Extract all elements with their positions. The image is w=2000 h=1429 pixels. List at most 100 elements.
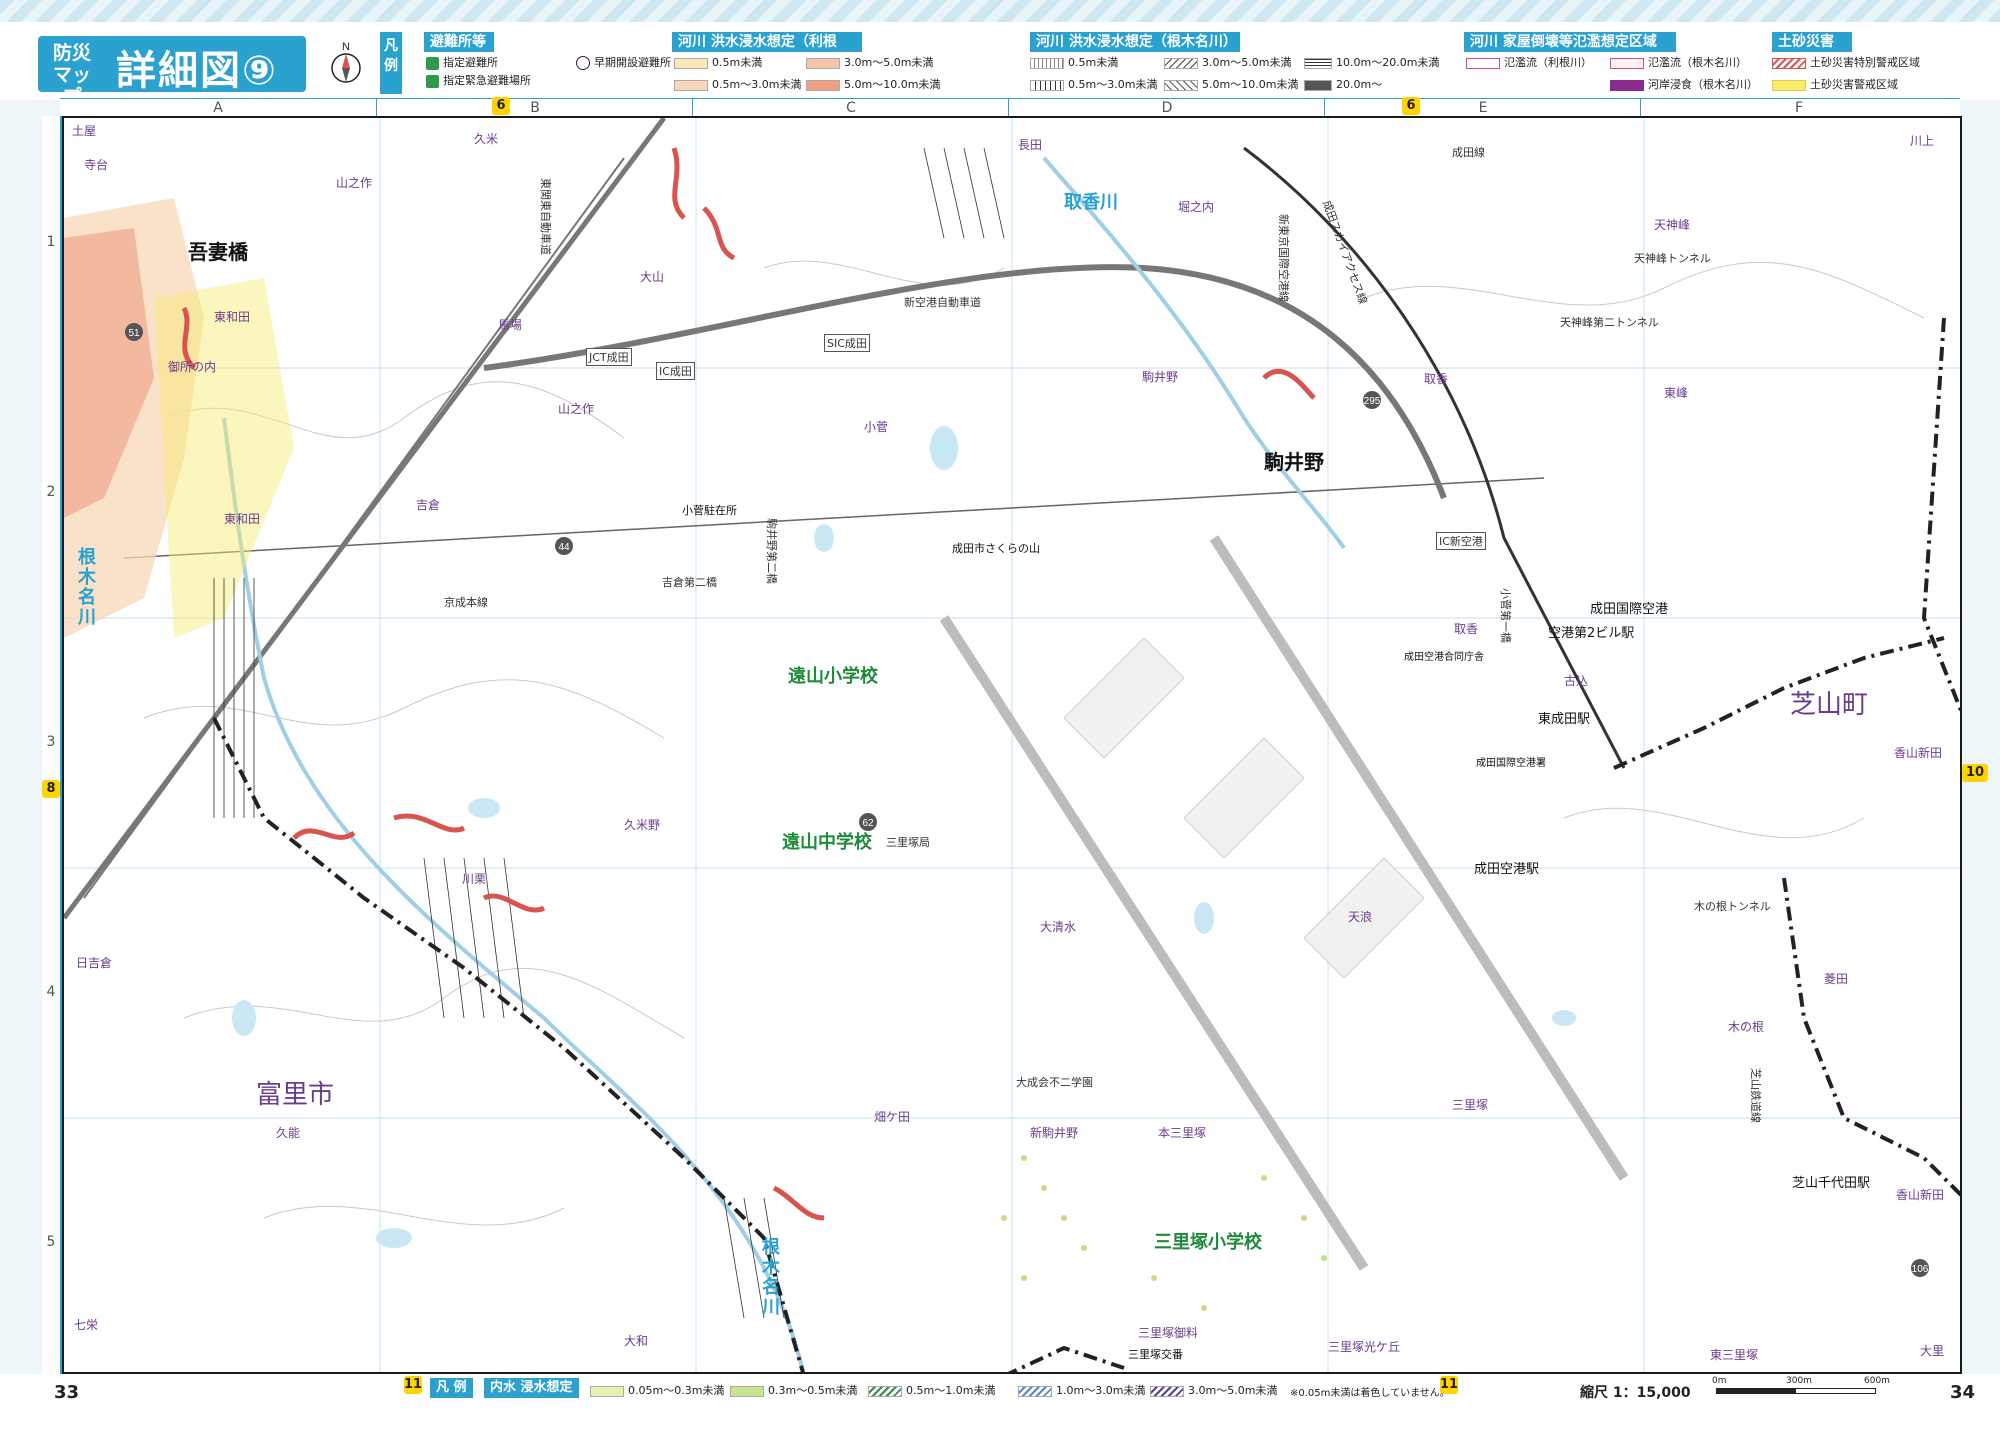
ic-label: JCT成田	[586, 348, 632, 366]
page-number-right: 34	[1950, 1382, 1976, 1403]
swatch	[868, 1385, 902, 1397]
station-name[interactable]: 東成田駅	[1538, 708, 1590, 727]
swatch	[674, 57, 708, 69]
page-link-marker[interactable]: 6	[1402, 97, 1420, 115]
place-name: 東和田	[224, 512, 261, 526]
place-name: 久能	[276, 1126, 301, 1140]
place-name: 三里塚御料	[1138, 1326, 1199, 1340]
legend-tone-item: 3.0m～5.0m未満	[806, 56, 933, 70]
legend-label: 凡例	[380, 32, 402, 94]
legend-nekina-item: 0.5m～3.0m未満	[1030, 78, 1157, 92]
place-name: 久米	[474, 132, 499, 146]
shelter-icon	[426, 56, 439, 70]
place-name: 新駒井野	[1030, 1126, 1079, 1140]
place-name: 山之作	[336, 176, 373, 190]
footer-inland-item: 0.3m～0.5m未満	[730, 1382, 857, 1398]
legend-sediment-item: 土砂災害特別警戒区域	[1772, 56, 1920, 70]
place-name: 取香	[1454, 622, 1479, 636]
place-name: 取香	[1424, 372, 1449, 386]
station-name[interactable]: 吾妻橋	[188, 236, 248, 265]
row-label: 3	[46, 734, 56, 750]
river-name: 根木名川	[762, 1237, 780, 1318]
place-name: 川上	[1910, 134, 1935, 148]
footer-note: ※0.05m未満は着色していません。	[1290, 1388, 1450, 1399]
col-label: E	[1324, 99, 1641, 117]
station-name[interactable]: 成田国際空港	[1590, 598, 1668, 617]
river-name: 取香川	[1064, 192, 1118, 213]
ic-label: IC成田	[656, 362, 695, 380]
scale-label: 縮尺 1：15,000	[1580, 1385, 1691, 1401]
swatch	[1030, 57, 1064, 69]
legend-nekina-item: 10.0m～20.0m未満	[1304, 56, 1439, 70]
road-label: 京成本線	[444, 596, 488, 609]
legend-shelter-title: 避難所等	[424, 32, 494, 52]
station-name[interactable]: 芝山千代田駅	[1792, 1172, 1870, 1191]
page-link-marker[interactable]: 10	[1962, 764, 1988, 782]
place-name: 香山新田	[1896, 1188, 1945, 1202]
scale-tick: 600m	[1864, 1376, 1890, 1386]
place-name: 古込	[1564, 674, 1589, 688]
compass-icon: N	[328, 40, 364, 86]
route-badge: 106	[1912, 1264, 1929, 1275]
ic-label: SIC成田	[824, 334, 870, 352]
map-area[interactable]: 51 44 62 295 106 土屋 寺台 久米 山之作 長田 堀之内 川上 …	[62, 116, 1962, 1374]
place-name: 寺台	[84, 158, 109, 172]
swatch	[1772, 57, 1806, 69]
legend-tone-item: 5.0m～10.0m未満	[806, 78, 940, 92]
page-number-left: 33	[54, 1382, 80, 1403]
row-label: 4	[46, 984, 56, 1000]
page-link-marker[interactable]: 8	[42, 780, 60, 798]
school-name[interactable]: 遠山小学校	[788, 662, 878, 688]
scale-tick: 0m	[1712, 1376, 1727, 1386]
town-name: 芝山町	[1790, 690, 1869, 720]
swatch	[1150, 1385, 1184, 1397]
row-label: 1	[46, 234, 56, 250]
river-name: 根木名川	[78, 547, 96, 628]
legend-sediment-title: 土砂災害	[1772, 32, 1852, 52]
footer-inland-item: 0.05m～0.3m未満	[590, 1382, 724, 1398]
road-label: 大成会不二学園	[1016, 1076, 1093, 1089]
station-name[interactable]: 空港第2ビル駅	[1548, 622, 1634, 641]
scale-tick: 300m	[1786, 1376, 1812, 1386]
place-name: 御所の内	[168, 360, 217, 374]
page-link-marker[interactable]: 11	[404, 1376, 422, 1394]
swatch	[1164, 57, 1198, 69]
road-label: 天神峰トンネル	[1634, 252, 1711, 265]
swatch	[1466, 57, 1500, 69]
swatch	[674, 79, 708, 91]
place-name: 駒井野	[1142, 370, 1179, 384]
swatch	[1030, 79, 1064, 91]
place-name: 大和	[624, 1334, 649, 1348]
school-name[interactable]: 遠山中学校	[782, 828, 872, 854]
facility-name: 小菅駐在所	[682, 504, 737, 517]
place-name: 大清水	[1040, 920, 1077, 934]
road-label: 芝山鉄道線	[1749, 1068, 1762, 1123]
road-label: 成田線	[1452, 146, 1485, 159]
page-title: 詳細図⑨	[116, 48, 278, 94]
place-name: 馬場	[498, 318, 523, 332]
station-name[interactable]: 駒井野	[1264, 446, 1324, 475]
legend-tone-item: 0.5m未満	[674, 56, 762, 70]
road-label: 新東京国際空港線	[1277, 214, 1290, 302]
legend-collapse-item: 氾濫流（根木名川）	[1610, 56, 1747, 70]
place-name: 川栗	[462, 872, 487, 886]
swatch	[1610, 79, 1644, 91]
legend-collapse-title: 河川 家屋倒壊等氾濫想定区域	[1464, 32, 1676, 52]
place-name: 東三里塚	[1710, 1348, 1759, 1362]
station-name[interactable]: 成田空港駅	[1474, 858, 1539, 877]
page-link-marker[interactable]: 6	[492, 97, 510, 115]
footer-legend-label: 凡 例	[430, 1378, 473, 1398]
legend-shelter-item: 指定緊急避難場所	[426, 74, 531, 88]
col-label: F	[1640, 99, 1957, 117]
route-badge: 44	[558, 542, 570, 553]
place-name: 本三里塚	[1158, 1126, 1207, 1140]
school-name[interactable]: 三里塚小学校	[1154, 1228, 1262, 1254]
place-name: 小菅	[864, 420, 889, 434]
swatch	[1610, 57, 1644, 69]
col-label: A	[213, 100, 223, 116]
swatch	[1772, 79, 1806, 91]
facility-name: 三里塚交番	[1128, 1348, 1183, 1361]
footer-inland-item: 0.5m～1.0m未満	[868, 1382, 995, 1398]
compass-n-label: N	[342, 41, 350, 53]
early-open-icon	[576, 56, 590, 70]
